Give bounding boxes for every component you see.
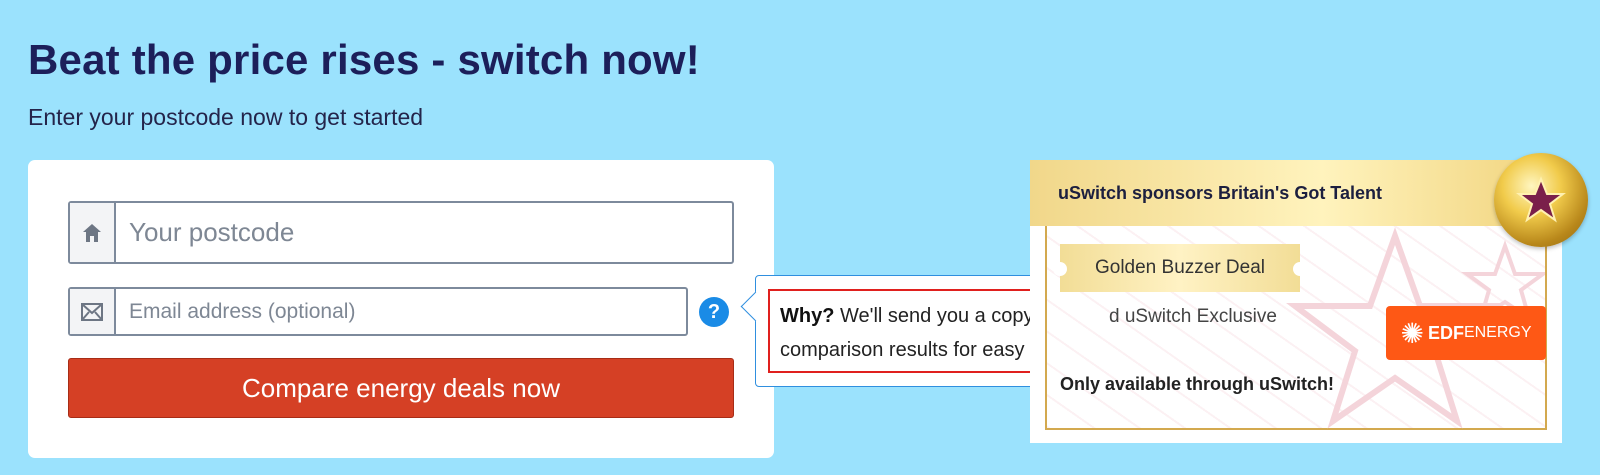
- envelope-icon: [70, 289, 116, 334]
- exclusive-text: d uSwitch Exclusive: [1109, 306, 1277, 327]
- help-label: ?: [707, 300, 721, 323]
- edf-swirl-icon: ✺: [1400, 317, 1424, 349]
- promo-banner[interactable]: uSwitch sponsors Britain's Got Talent Go…: [1030, 160, 1562, 443]
- edf-energy-logo: ✺ EDF ENERGY: [1386, 306, 1546, 360]
- golden-buzzer-ribbon: Golden Buzzer Deal: [1053, 244, 1307, 292]
- compare-energy-button[interactable]: Compare energy deals now: [68, 358, 734, 418]
- postcode-input[interactable]: [116, 203, 732, 262]
- house-icon: [70, 203, 116, 262]
- question-icon[interactable]: ?: [699, 297, 729, 327]
- postcode-field: [68, 201, 734, 264]
- edf-logo-text: EDF: [1427, 322, 1464, 343]
- page-headline: Beat the price rises - switch now!: [28, 36, 700, 83]
- golden-buzzer-label: Golden Buzzer Deal: [1094, 257, 1266, 278]
- golden-star-medal-icon: [1494, 153, 1588, 247]
- postcode-form-card: ? Compare energy deals now: [28, 160, 774, 458]
- tooltip-why-label: Why?: [780, 305, 835, 327]
- edf-logo-subtext: ENERGY: [1463, 324, 1532, 341]
- email-input[interactable]: [116, 289, 686, 334]
- only-available-text: Only available through uSwitch!: [1060, 374, 1335, 394]
- page-subheadline: Enter your postcode now to get started: [28, 104, 424, 130]
- promo-body: Golden Buzzer Deal d uSwitch Exclusive O…: [1045, 226, 1547, 430]
- email-field: [68, 287, 688, 336]
- promo-header: uSwitch sponsors Britain's Got Talent: [1030, 160, 1562, 226]
